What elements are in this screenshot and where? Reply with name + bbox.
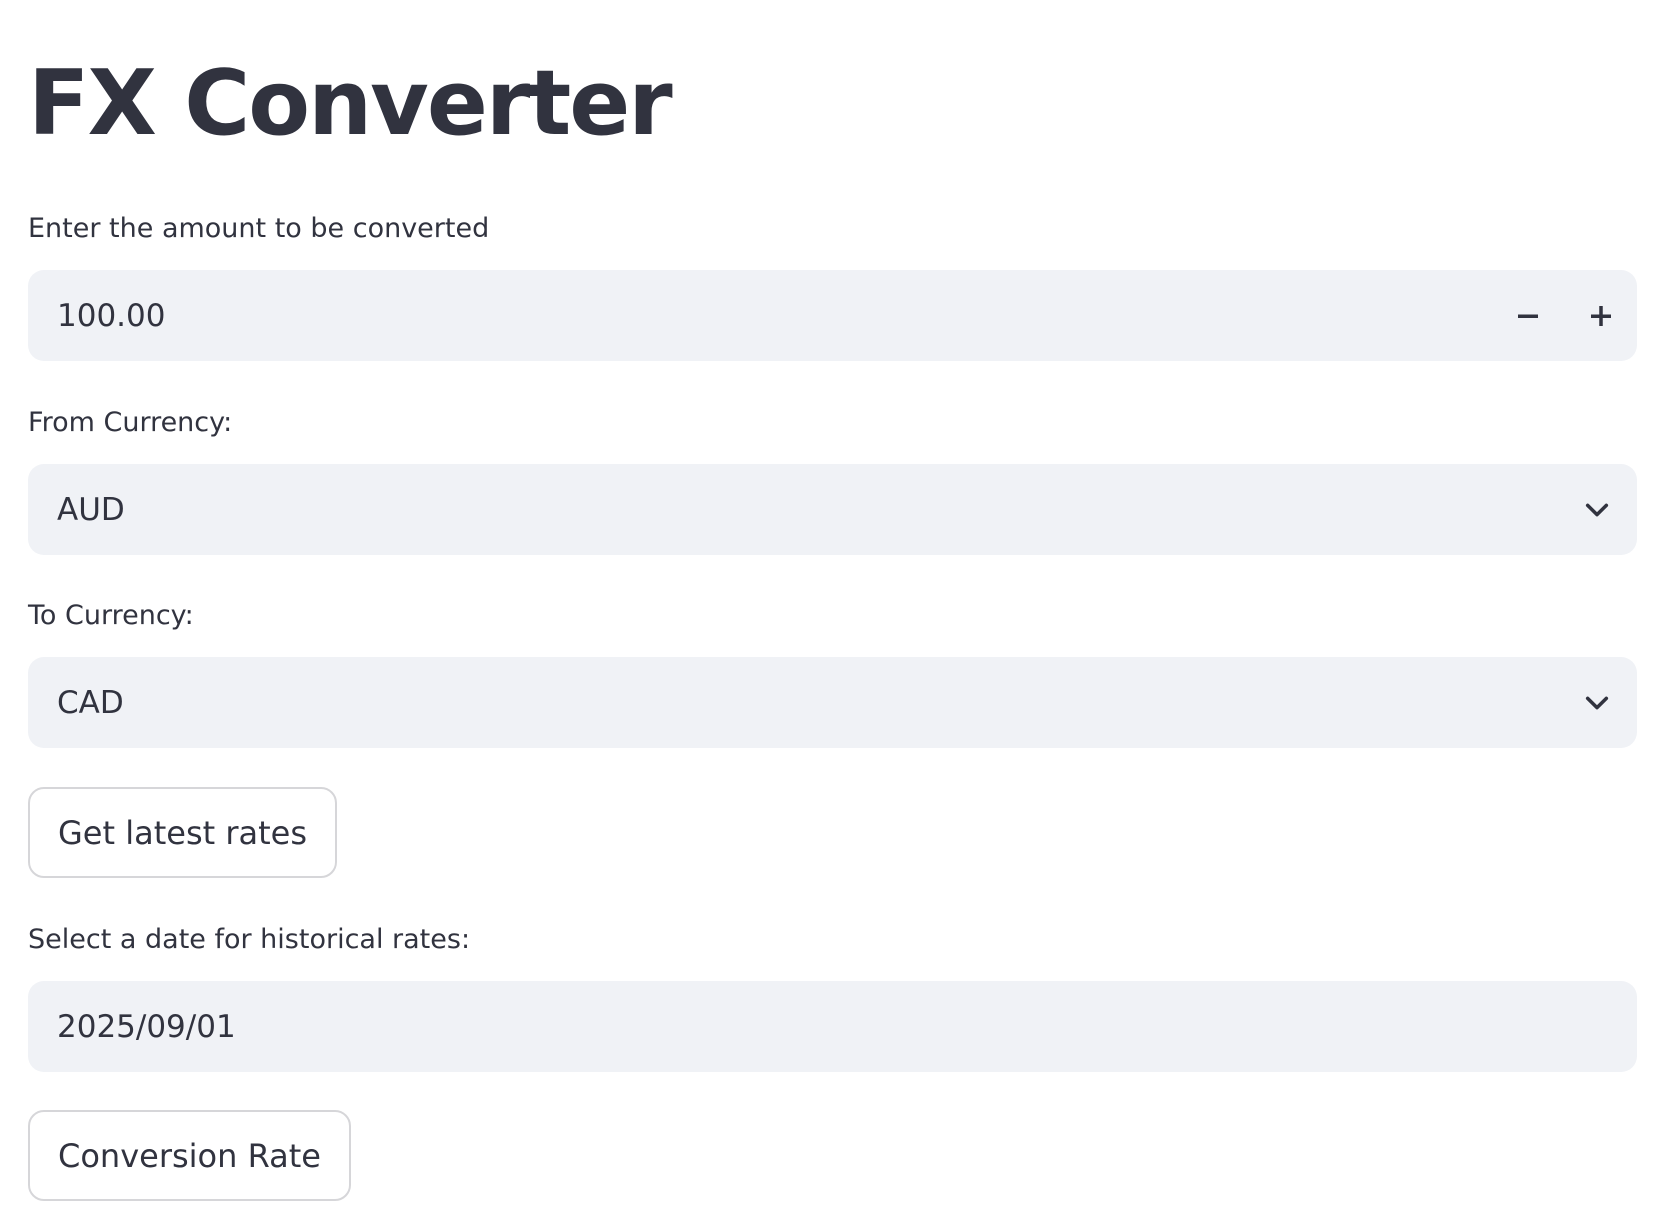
amount-label: Enter the amount to be converted [28, 213, 490, 244]
amount-stepper [1491, 270, 1637, 361]
minus-icon [1517, 314, 1538, 318]
increment-button[interactable] [1564, 270, 1637, 361]
conversion-rate-button[interactable]: Conversion Rate [28, 1110, 351, 1201]
decrement-button[interactable] [1491, 270, 1564, 361]
historical-date-input[interactable]: 2025/09/01 [28, 981, 1637, 1072]
get-latest-rates-button[interactable]: Get latest rates [28, 787, 337, 878]
amount-value[interactable]: 100.00 [57, 298, 1491, 334]
from-currency-value: AUD [57, 491, 125, 528]
historical-date-value[interactable]: 2025/09/01 [57, 1009, 1637, 1045]
to-currency-select[interactable]: CAD [28, 657, 1637, 748]
fx-converter-page: FX Converter Enter the amount to be conv… [0, 0, 1673, 1209]
historical-date-label: Select a date for historical rates: [28, 924, 471, 955]
to-currency-value: CAD [57, 684, 124, 721]
amount-input[interactable]: 100.00 [28, 270, 1637, 361]
plus-icon [1590, 305, 1611, 326]
page-title: FX Converter [28, 51, 673, 156]
chevron-down-icon[interactable] [1557, 657, 1637, 748]
from-currency-select[interactable]: AUD [28, 464, 1637, 555]
chevron-down-icon[interactable] [1557, 464, 1637, 555]
from-currency-label: From Currency: [28, 407, 233, 438]
to-currency-label: To Currency: [28, 600, 194, 631]
